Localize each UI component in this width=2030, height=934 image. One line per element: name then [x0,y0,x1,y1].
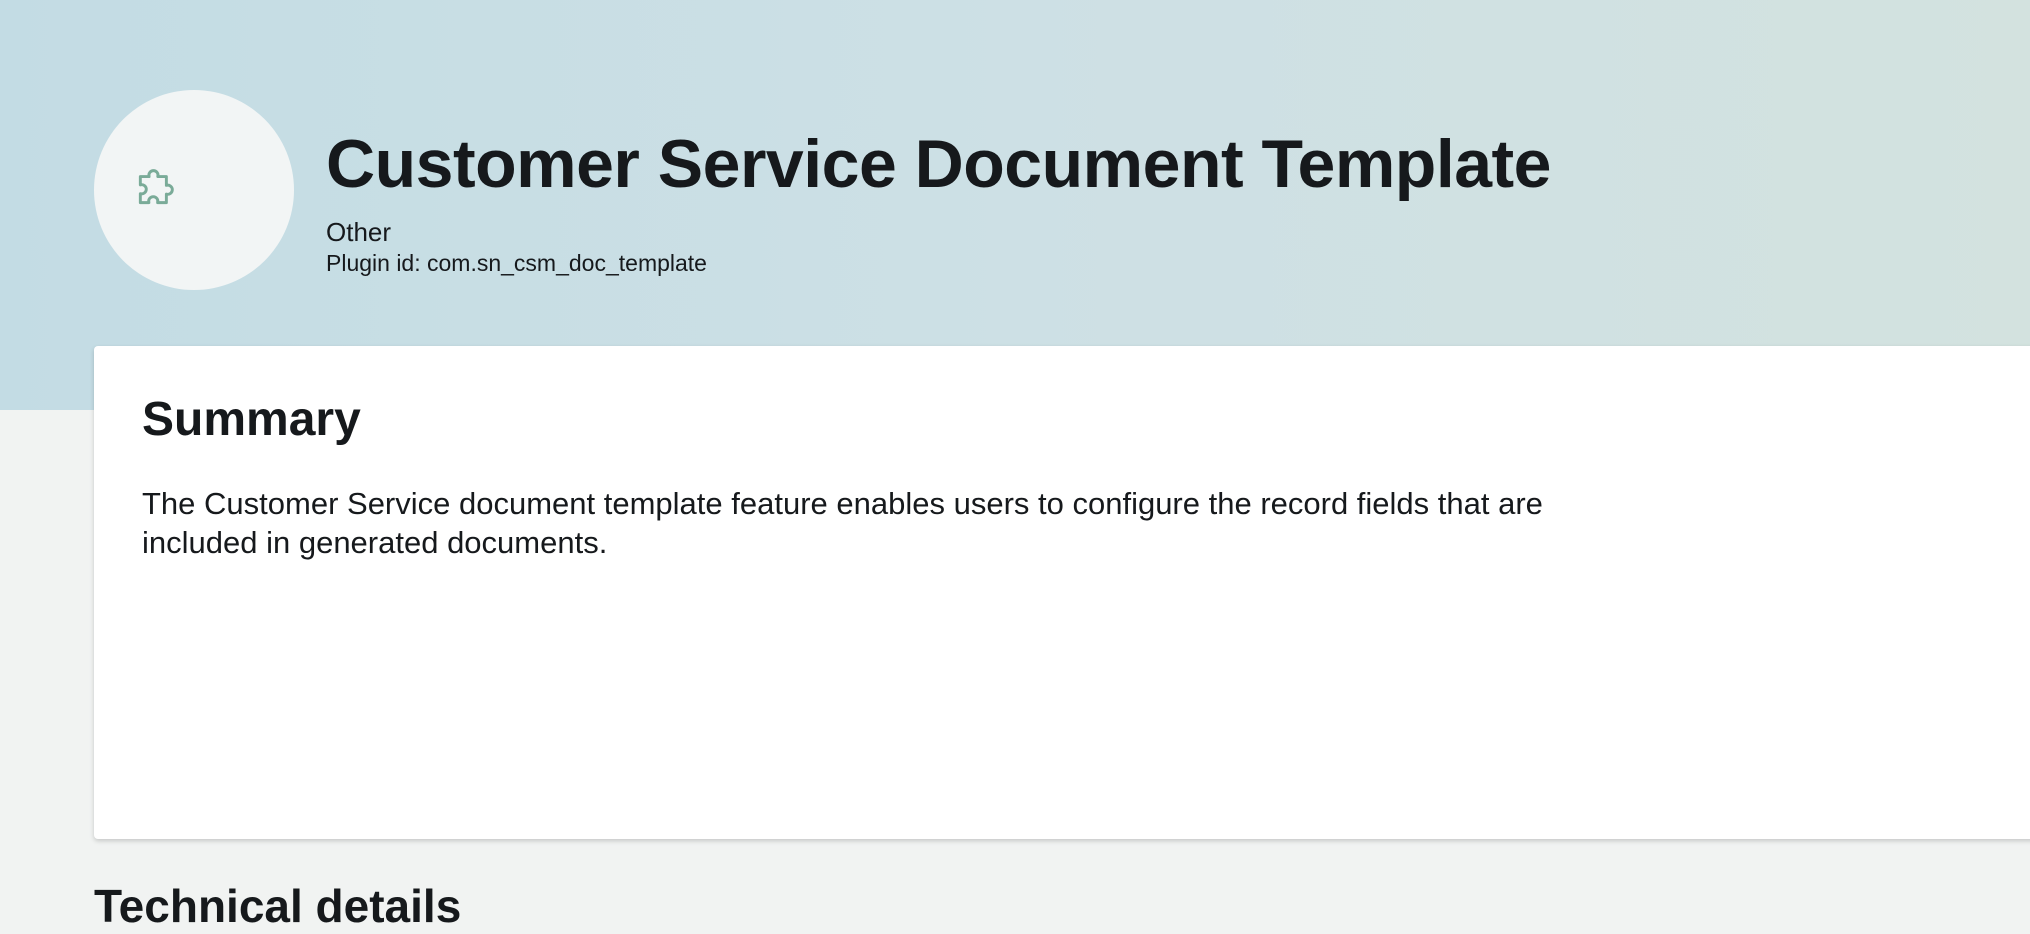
plugin-avatar [94,90,294,290]
page-title: Customer Service Document Template [326,126,1552,202]
summary-description: The Customer Service document template f… [142,486,1543,560]
technical-details-heading: Technical details [94,880,462,932]
puzzle-piece-icon [138,169,174,205]
plugin-header-text: Customer Service Document Template Other… [326,118,1552,278]
summary-card: Summary The Customer Service document te… [94,346,2030,839]
plugin-id: Plugin id: com.sn_csm_doc_template [326,250,707,276]
plugin-category: Other [326,217,392,247]
summary-heading: Summary [142,393,361,446]
